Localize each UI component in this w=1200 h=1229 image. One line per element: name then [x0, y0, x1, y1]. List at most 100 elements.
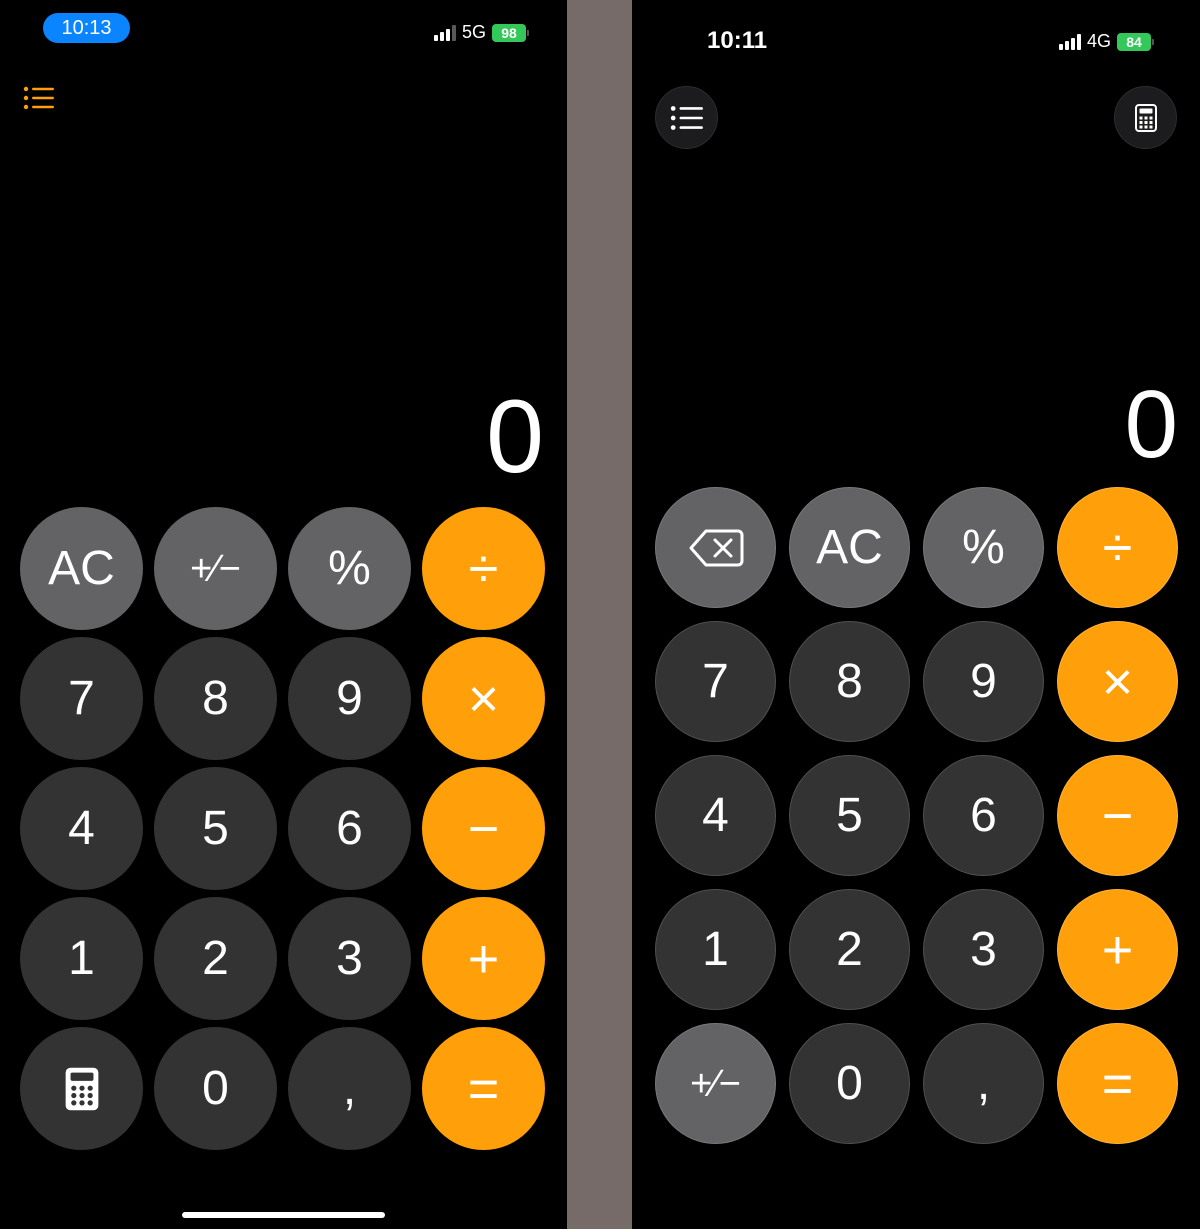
key-label: 3: [336, 931, 363, 985]
add-button[interactable]: +: [422, 897, 545, 1020]
key-label: 0: [836, 1056, 863, 1110]
calculator-mode-button[interactable]: [20, 1027, 143, 1150]
digit-8-button[interactable]: 8: [789, 621, 910, 742]
battery-level: 98: [492, 23, 526, 42]
status-time: 10:11: [707, 27, 768, 54]
key-label: 9: [336, 671, 363, 725]
key-label: %: [328, 541, 371, 595]
digit-4-button[interactable]: 4: [655, 755, 776, 876]
digit-6-button[interactable]: 6: [288, 767, 411, 890]
key-label: −: [467, 798, 500, 859]
digit-5-button[interactable]: 5: [789, 755, 910, 876]
digit-4-button[interactable]: 4: [20, 767, 143, 890]
battery-icon: [527, 29, 529, 36]
cellular-signal-icon: [433, 24, 456, 41]
digit-1-button[interactable]: 1: [20, 897, 143, 1020]
list-icon[interactable]: [23, 86, 55, 110]
key-label: ×: [1101, 651, 1134, 712]
percent-button[interactable]: %: [923, 487, 1044, 608]
status-indicators: 4G 84: [1058, 31, 1154, 52]
key-label: =: [1101, 1053, 1134, 1114]
result-display: 0: [1124, 371, 1178, 478]
calculator-screen-right: 10:11 4G 84 0 AC% ÷ 7 8 9 × 4 5 6 − 1 2 3…: [632, 0, 1200, 1229]
network-type: 5G: [461, 22, 486, 42]
subtract-button[interactable]: −: [422, 767, 545, 890]
decimal-comma-button[interactable]: ,: [288, 1027, 411, 1150]
history-menu-button[interactable]: [655, 86, 718, 149]
digit-9-button[interactable]: 9: [288, 637, 411, 760]
key-label: 5: [836, 788, 863, 842]
key-label: 3: [970, 922, 997, 976]
digit-7-button[interactable]: 7: [655, 621, 776, 742]
clear-button[interactable]: AC: [789, 487, 910, 608]
key-label: 4: [68, 801, 95, 855]
divide-button[interactable]: ÷: [422, 507, 545, 630]
key-label: 2: [836, 922, 863, 976]
digit-2-button[interactable]: 2: [789, 889, 910, 1010]
key-label: 1: [702, 922, 729, 976]
digit-3-button[interactable]: 3: [288, 897, 411, 1020]
multiply-button[interactable]: ×: [422, 637, 545, 760]
equals-button[interactable]: =: [422, 1027, 545, 1150]
key-label: 2: [202, 931, 229, 985]
list-icon: [670, 105, 703, 130]
calculator-mode-button[interactable]: [1114, 86, 1177, 149]
key-label: ÷: [468, 538, 499, 599]
calculator-icon: [65, 1067, 98, 1110]
digit-8-button[interactable]: 8: [154, 637, 277, 760]
digit-2-button[interactable]: 2: [154, 897, 277, 1020]
add-button[interactable]: +: [1057, 889, 1178, 1010]
key-label: ×: [467, 668, 500, 729]
sign-toggle-button[interactable]: +⁄−: [655, 1023, 776, 1144]
status-bar: 10:11 4G 84: [632, 0, 1200, 60]
battery-icon: [1152, 38, 1154, 45]
key-label: 0: [202, 1061, 229, 1115]
battery-level: 84: [1117, 32, 1151, 51]
status-time[interactable]: 10:13: [43, 13, 130, 43]
key-label: 8: [836, 654, 863, 708]
result-display: 0: [486, 379, 544, 495]
equals-button[interactable]: =: [1057, 1023, 1178, 1144]
network-type: 4G: [1086, 31, 1111, 51]
key-label: +⁄−: [190, 547, 241, 590]
digit-1-button[interactable]: 1: [655, 889, 776, 1010]
digit-6-button[interactable]: 6: [923, 755, 1044, 876]
backspace-button[interactable]: [655, 487, 776, 608]
digit-9-button[interactable]: 9: [923, 621, 1044, 742]
key-label: 6: [336, 801, 363, 855]
percent-button[interactable]: %: [288, 507, 411, 630]
status-indicators: 5G 98: [433, 22, 529, 43]
calculator-icon: [1134, 103, 1157, 132]
clear-button[interactable]: AC: [20, 507, 143, 630]
status-bar: 10:13 5G 98: [0, 0, 567, 60]
decimal-comma-button[interactable]: ,: [923, 1023, 1044, 1144]
digit-3-button[interactable]: 3: [923, 889, 1044, 1010]
digit-7-button[interactable]: 7: [20, 637, 143, 760]
home-indicator[interactable]: [182, 1212, 385, 1218]
key-label: +⁄−: [690, 1062, 741, 1105]
key-label: ÷: [1102, 517, 1133, 578]
key-label: %: [962, 520, 1005, 574]
key-label: 4: [702, 788, 729, 842]
digit-0-button[interactable]: 0: [789, 1023, 910, 1144]
key-label: AC: [48, 541, 115, 595]
key-label: AC: [816, 520, 883, 574]
key-label: 9: [970, 654, 997, 708]
key-label: ,: [342, 1061, 357, 1115]
key-label: +: [467, 928, 500, 989]
digit-5-button[interactable]: 5: [154, 767, 277, 890]
calculator-screen-left: 10:13 5G 98 0 AC +⁄−% ÷ 7 8 9 × 4 5 6 − 1 2 3 +0, =: [0, 0, 567, 1229]
key-label: 7: [702, 654, 729, 708]
key-label: 1: [68, 931, 95, 985]
key-label: +: [1101, 919, 1134, 980]
key-label: =: [467, 1058, 500, 1119]
digit-0-button[interactable]: 0: [154, 1027, 277, 1150]
sign-toggle-button[interactable]: +⁄−: [154, 507, 277, 630]
subtract-button[interactable]: −: [1057, 755, 1178, 876]
cellular-signal-icon: [1058, 33, 1081, 50]
key-label: 6: [970, 788, 997, 842]
multiply-button[interactable]: ×: [1057, 621, 1178, 742]
backspace-icon: [689, 529, 743, 566]
key-label: −: [1101, 785, 1134, 846]
divide-button[interactable]: ÷: [1057, 487, 1178, 608]
